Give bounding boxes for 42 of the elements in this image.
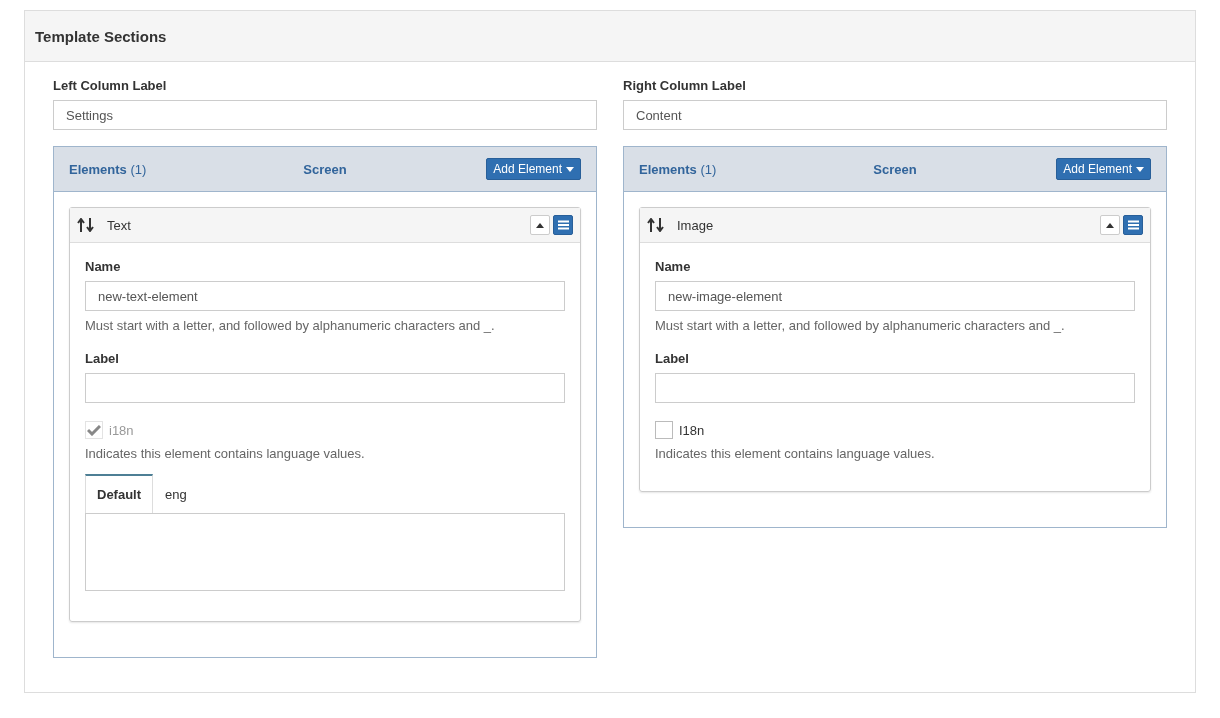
- menu-icon: [1127, 220, 1139, 230]
- screen-label: Screen: [873, 161, 917, 177]
- caret-up-icon: [536, 222, 544, 228]
- column-label-field[interactable]: Content: [623, 100, 1167, 130]
- caret-up-icon: [1106, 222, 1114, 228]
- column-label: Left Column Label: [53, 78, 168, 93]
- checkbox-label: I18n: [679, 422, 705, 438]
- menu-icon: [557, 220, 569, 230]
- elements-title: Elements (1): [639, 161, 718, 177]
- language-tab[interactable]: eng: [153, 474, 199, 513]
- caret-icon: [566, 166, 574, 172]
- element-type: Text: [107, 217, 132, 233]
- sort-arrows-icon[interactable]: [647, 218, 665, 232]
- checkbox[interactable]: [655, 421, 673, 439]
- add-element-button[interactable]: Add Element: [486, 158, 581, 180]
- help-text: Indicates this element contains language values.: [85, 446, 366, 461]
- name-field[interactable]: new-image-element: [655, 281, 1135, 311]
- checkbox-label: i18n: [109, 422, 134, 438]
- label-field[interactable]: [655, 373, 1135, 403]
- field-label: Label: [85, 351, 120, 366]
- name-field[interactable]: new-text-element: [85, 281, 565, 311]
- add-element-button[interactable]: Add Element: [1056, 158, 1151, 180]
- sort-arrows-icon[interactable]: [77, 218, 95, 232]
- collapse-button[interactable]: [530, 215, 550, 235]
- help-text: Must start with a letter, and followed by alphanumeric characters and _.: [85, 318, 496, 333]
- field-label: Label: [655, 351, 690, 366]
- panel-title: Template Sections: [25, 11, 1195, 62]
- help-text: Must start with a letter, and followed by alphanumeric characters and _.: [655, 318, 1066, 333]
- field-label: Name: [85, 259, 122, 274]
- label-field[interactable]: [85, 373, 565, 403]
- menu-button[interactable]: [553, 215, 573, 235]
- column-label-field[interactable]: Settings: [53, 100, 597, 130]
- column-label: Right Column Label: [623, 78, 747, 93]
- element-type: Image: [677, 217, 715, 233]
- caret-icon: [1136, 166, 1144, 172]
- screen-label: Screen: [303, 161, 347, 177]
- field-label: Name: [655, 259, 692, 274]
- language-tab[interactable]: Default: [85, 474, 154, 513]
- menu-button[interactable]: [1123, 215, 1143, 235]
- collapse-button[interactable]: [1100, 215, 1120, 235]
- help-text: Indicates this element contains language values.: [655, 446, 936, 461]
- elements-title: Elements (1): [69, 161, 148, 177]
